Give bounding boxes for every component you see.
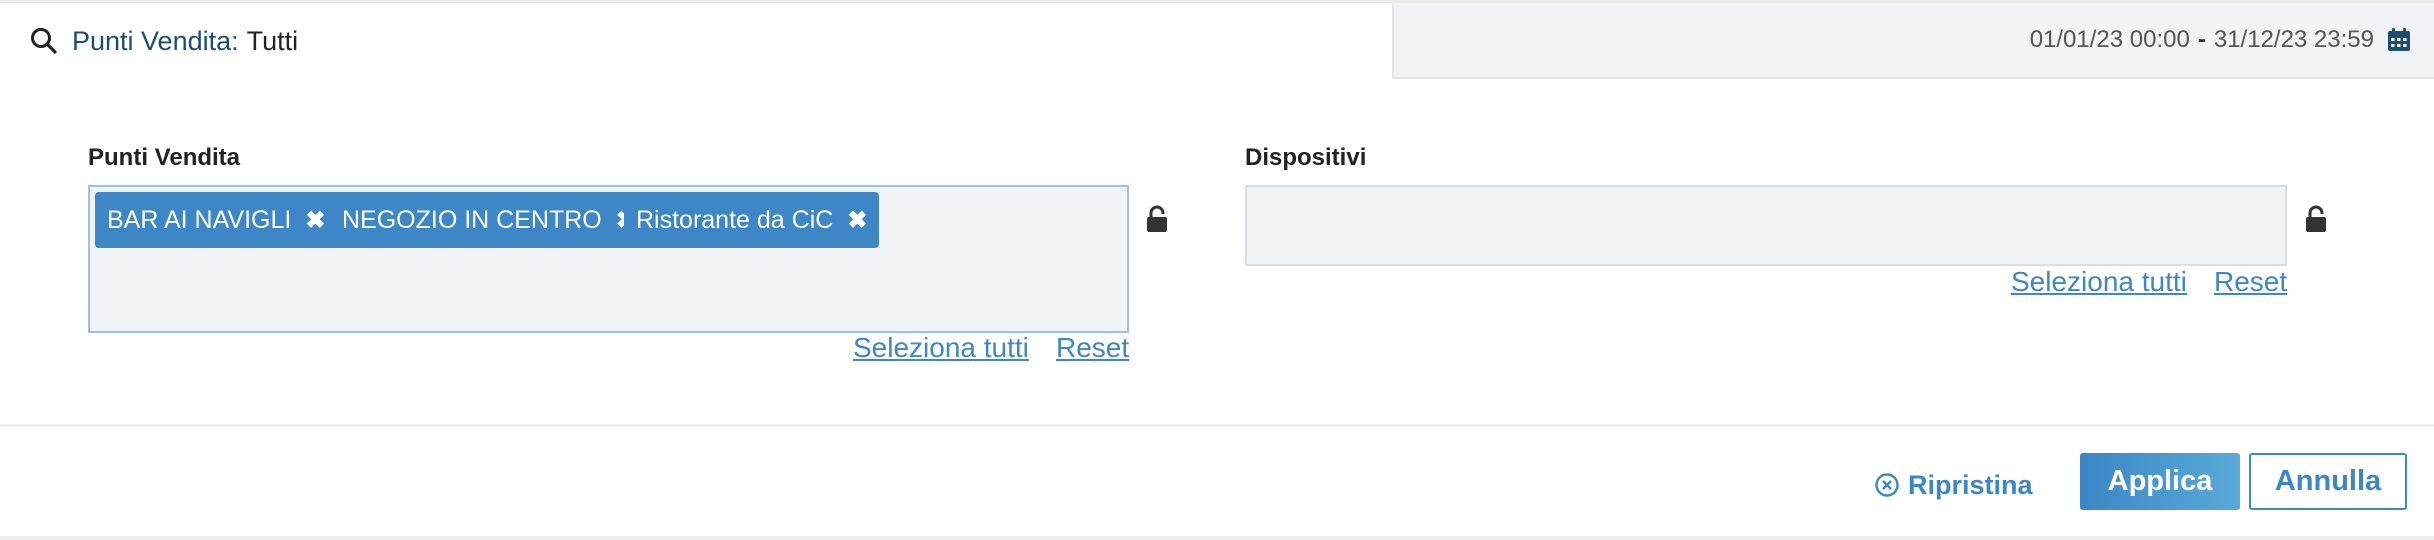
search-icon [31, 28, 57, 54]
search-summary-label: Punti Vendita: [72, 25, 239, 56]
unlock-icon[interactable] [2304, 205, 2328, 233]
devices-select-all-link[interactable]: Seleziona tutti [2011, 266, 2187, 298]
filter-panel: Punti Vendita: Tutti 01/01/23 00:00 - 31… [0, 0, 2434, 540]
points-of-sale-select[interactable]: BAR AI NAVIGLI ✖ NEGOZIO IN CENTRO ✖ Ris… [88, 185, 1129, 333]
points-of-sale-reset-link[interactable]: Reset [1056, 332, 1129, 364]
tag-label: Ristorante da CiC [636, 205, 834, 234]
unlock-icon[interactable] [1145, 205, 1169, 233]
restore-label: Ripristina [1908, 469, 2033, 500]
date-range-picker[interactable]: 01/01/23 00:00 - 31/12/23 23:59 [1392, 3, 2434, 79]
footer-divider [0, 424, 2434, 427]
tag-ristorante-da-cic: Ristorante da CiC ✖ [624, 192, 880, 248]
close-circle-icon [1875, 473, 1899, 497]
tag-negozio-in-centro: NEGOZIO IN CENTRO ✖ [330, 192, 648, 248]
apply-button[interactable]: Applica [2080, 453, 2240, 510]
points-of-sale-select-all-link[interactable]: Seleziona tutti [853, 332, 1029, 364]
tag-label: BAR AI NAVIGLI [107, 205, 292, 234]
calendar-icon[interactable] [2386, 27, 2412, 53]
devices-select[interactable] [1245, 185, 2287, 266]
date-range-start: 01/01/23 00:00 [2029, 26, 2190, 53]
tag-bar-ai-navigli: BAR AI NAVIGLI ✖ [95, 192, 338, 248]
tag-label: NEGOZIO IN CENTRO [342, 205, 602, 234]
tag-remove-icon[interactable]: ✖ [305, 206, 325, 235]
devices-label: Dispositivi [1245, 144, 1367, 171]
search-summary-value: Tutti [246, 25, 299, 56]
cancel-button[interactable]: Annulla [2249, 453, 2407, 510]
devices-reset-link[interactable]: Reset [2214, 266, 2287, 298]
tag-remove-icon[interactable]: ✖ [847, 206, 867, 235]
footer-bottom-border [0, 536, 2434, 540]
date-range-end: 31/12/23 23:59 [2213, 26, 2374, 53]
points-of-sale-label: Punti Vendita [88, 144, 241, 171]
filter-summary-bar: Punti Vendita: Tutti 01/01/23 00:00 - 31… [0, 0, 2434, 79]
search-summary[interactable]: Punti Vendita: Tutti [0, 3, 1392, 79]
date-range-separator: - [2197, 26, 2206, 53]
restore-button[interactable]: Ripristina [1874, 466, 2033, 504]
